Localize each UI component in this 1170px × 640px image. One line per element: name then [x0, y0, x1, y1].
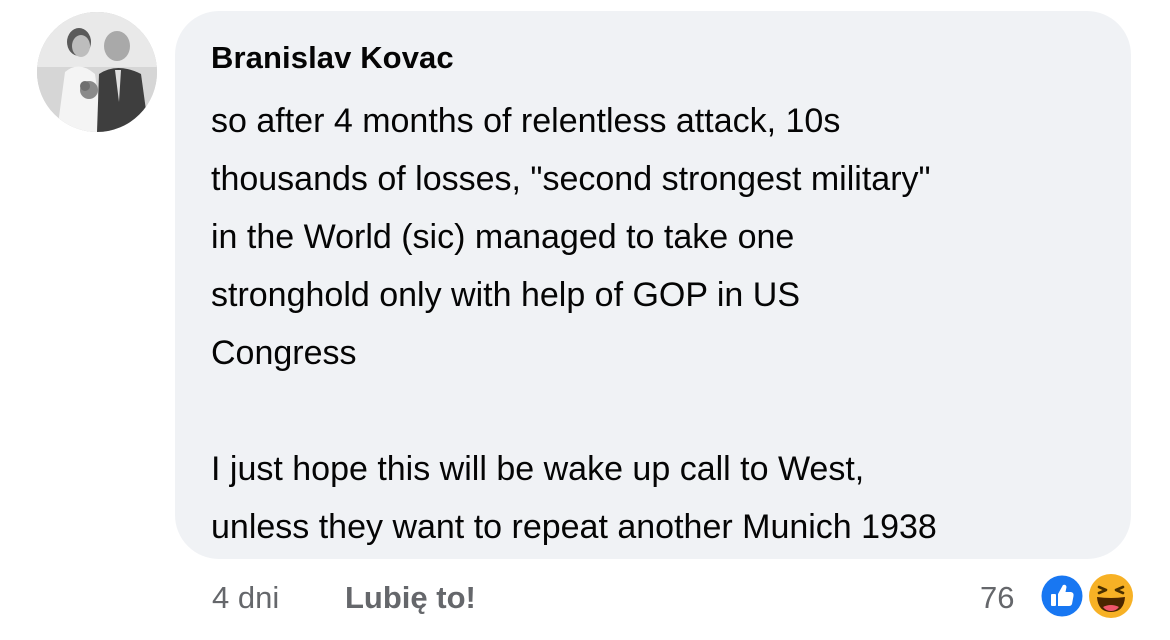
avatar-photo: [37, 12, 157, 132]
haha-icon: [1089, 574, 1133, 618]
like-icon: [1039, 573, 1085, 619]
avatar[interactable]: [37, 12, 157, 132]
like-button[interactable]: Lubię to!: [345, 580, 476, 616]
comment-author-name[interactable]: Branislav Kovac: [211, 40, 454, 76]
reaction-count: 76: [980, 580, 1015, 615]
comment-text: so after 4 months of relentless attack, …: [211, 102, 937, 546]
comment-bubble: Branislav Kovac so after 4 months of rel…: [175, 11, 1131, 559]
comment-timestamp[interactable]: 4 dni: [212, 580, 279, 616]
comment-actions: 4 dni Lubię to! 76: [0, 570, 1170, 630]
comment-container: Branislav Kovac so after 4 months of rel…: [0, 0, 1170, 640]
